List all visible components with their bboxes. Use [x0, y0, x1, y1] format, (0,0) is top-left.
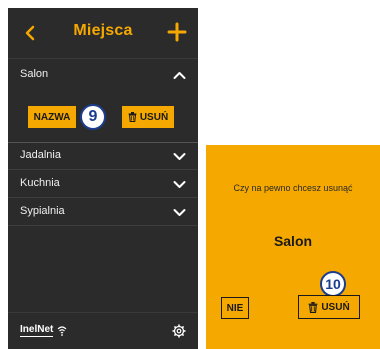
trash-icon — [308, 301, 318, 313]
wifi-icon — [57, 325, 67, 336]
plus-icon[interactable] — [166, 21, 188, 43]
rename-button[interactable]: NAZWA — [28, 106, 76, 128]
room-actions: NAZWA 9 USUŃ — [8, 100, 198, 134]
room-label: Kuchnia — [20, 177, 60, 189]
places-screen: Miejsca Salon NAZWA 9 USUŃ Jadalnia Kuch… — [8, 8, 198, 349]
room-item-kuchnia[interactable]: Kuchnia — [8, 171, 198, 198]
inelnet-logo: InelNet — [20, 324, 68, 337]
chevron-up-icon[interactable] — [173, 69, 186, 82]
delete-confirm-dialog: Czy na pewno chcesz usunąć Salon 10 NIE … — [206, 145, 380, 349]
room-label: Salon — [20, 68, 49, 80]
chevron-down-icon[interactable] — [173, 150, 186, 163]
step-badge: 9 — [80, 104, 106, 130]
confirm-delete-button[interactable]: USUŃ — [298, 295, 360, 319]
footer-bar: InelNet — [8, 312, 198, 349]
room-item-salon[interactable]: Salon NAZWA 9 USUŃ — [8, 62, 198, 143]
step-badge: 10 — [320, 271, 346, 297]
top-bar: Miejsca — [8, 8, 198, 59]
no-button[interactable]: NIE — [221, 297, 249, 319]
room-label: Jadalnia — [20, 149, 61, 161]
delete-button[interactable]: USUŃ — [122, 106, 174, 128]
chevron-down-icon[interactable] — [173, 206, 186, 219]
gear-icon[interactable] — [172, 324, 186, 338]
room-label: Sypialnia — [20, 205, 65, 217]
logo-text: InelNet — [20, 324, 54, 337]
confirm-question: Czy na pewno chcesz usunąć — [233, 183, 353, 193]
chevron-down-icon[interactable] — [173, 178, 186, 191]
delete-label: USUŃ — [139, 111, 169, 123]
confirm-room-name: Salon — [273, 233, 313, 249]
confirm-delete-label: USUŃ — [321, 301, 350, 313]
trash-icon — [128, 112, 137, 122]
room-item-sypialnia[interactable]: Sypialnia — [8, 199, 198, 226]
room-item-jadalnia[interactable]: Jadalnia — [8, 143, 198, 170]
